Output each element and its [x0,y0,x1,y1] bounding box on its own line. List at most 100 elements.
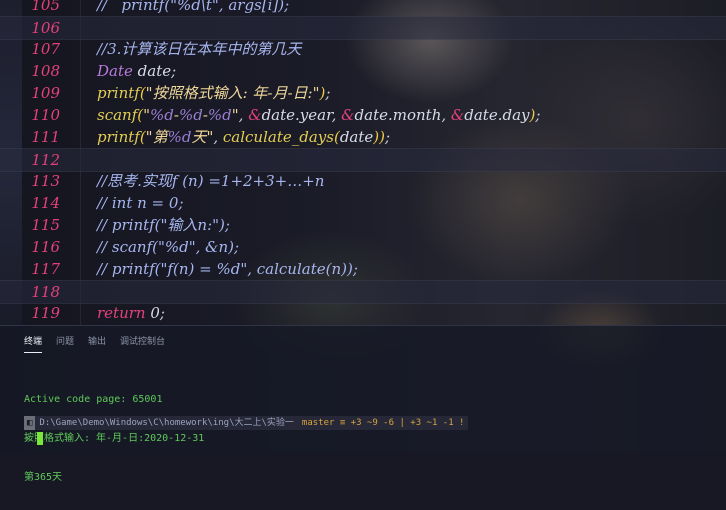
code-line[interactable]: 109 printf("按照格式输入: 年-月-日:"); [0,82,726,104]
git-status: master ≡ +3 ~9 -6 | +3 ~1 -1 ! [297,416,469,430]
tab-terminal[interactable]: 终端 [24,335,43,353]
code-text: return 0; [97,302,165,324]
code-line[interactable]: 110 scanf("%d-%d-%d", &date.year, &date.m… [0,104,726,126]
code-token: " [143,106,151,124]
terminal-input-line[interactable]: › [24,432,43,445]
code-text: printf("按照格式输入: 年-月-日:"); [97,82,330,104]
terminal-line: 按照格式输入: 年-月-日:2020-12-31 [24,433,205,444]
code-token: date.day [464,106,530,124]
code-line[interactable]: 106 [0,16,726,40]
code-token: & [341,106,355,124]
code-token: //思考.实现f (n) =1+2+3+…+n [97,172,325,190]
line-number: 105 [31,0,60,14]
code-line[interactable]: 115 // printf("输入n:"); [0,214,726,236]
code-line[interactable]: 116 // scanf("%d", &n); [0,236,726,258]
code-token: & [248,106,262,124]
code-text: // int n = 0; [97,192,184,214]
code-token: %d [150,106,174,124]
code-editor[interactable]: 105 // printf("%d\t", args[i]); 106 107 //3.… [0,0,726,325]
code-token: //3.计算该日在本年中的第几天 [97,40,302,58]
code-text: // printf("f(n) = %d", calculate(n)); [97,258,358,280]
code-token: " [231,106,239,124]
code-line[interactable]: 113 //思考.实现f (n) =1+2+3+…+n [0,170,726,192]
code-line[interactable]: 118 [0,280,726,304]
terminal-line: 第365天 [24,472,63,483]
prompt-path: D:\Game\Demo\Windows\C\homework\ing\大二上\… [35,416,298,430]
line-number: 115 [31,216,60,234]
code-token: , [213,128,223,146]
code-line[interactable]: 105 // printf("%d\t", args[i]); [0,0,726,16]
code-token: // scanf("%d", &n); [97,238,240,256]
terminal-panel: 终端 问题 输出 调试控制台 Active code page: 65001 按… [0,325,726,483]
line-number: 118 [31,283,60,301]
code-token: date.year [261,106,332,124]
code-token: %d [207,106,232,124]
code-token: %d [167,128,192,146]
code-token: "第 [145,128,168,146]
code-token: %d [178,106,203,124]
code-line[interactable]: 107 //3.计算该日在本年中的第几天 [0,38,726,60]
shell-prompt: ◧ D:\Game\Demo\Windows\C\homework\ing\大二… [24,416,469,430]
line-number: 107 [31,40,60,58]
tab-debug-console[interactable]: 调试控制台 [120,335,165,353]
terminal-line: Active code page: 65001 [24,394,163,405]
code-token: // printf("f(n) = %d", calculate(n)); [97,260,358,278]
code-text: //思考.实现f (n) =1+2+3+…+n [97,170,324,192]
code-token: date.month [354,106,442,124]
line-number: 108 [31,62,60,80]
terminal-cursor [36,432,43,445]
terminal-output[interactable]: Active code page: 65001 按照格式输入: 年-月-日:20… [24,367,204,510]
code-text: scanf("%d-%d-%d", &date.year, &date.mont… [97,104,540,126]
code-text: // scanf("%d", &n); [97,236,239,258]
line-number: 109 [31,84,60,102]
code-line[interactable]: 108 Date date; [0,60,726,82]
windows-icon: ◧ [24,416,36,430]
code-token: // printf("输入n:"); [97,216,230,234]
code-token: & [450,106,465,124]
chevron-right-icon: › [24,432,31,445]
code-token: // printf("%d\t", args[i]); [97,0,290,14]
code-text: // printf("%d\t", args[i]); [97,0,289,16]
code-line[interactable]: 112 [0,148,726,172]
line-number: 112 [31,151,60,169]
code-text: Date date; [97,60,176,82]
code-line[interactable]: 114 // int n = 0; [0,192,726,214]
code-token: // int n = 0; [97,194,184,212]
code-token: ; [325,84,331,102]
code-token: ; [385,128,391,146]
line-number: 113 [31,172,60,190]
code-token: ; [171,62,177,80]
code-text: printf("第%d天", calculate_days(date)); [97,126,390,148]
code-text: //3.计算该日在本年中的第几天 [97,38,301,60]
code-token: 天" [191,128,214,146]
line-number: 116 [31,238,60,256]
code-token: date [339,128,374,146]
code-token: printf [97,128,140,146]
code-token: Date [97,62,133,80]
code-token: ; [535,106,541,124]
line-number: 110 [31,106,60,124]
code-token: printf [97,84,140,102]
code-token: calculate_days [222,128,334,146]
tab-output[interactable]: 输出 [88,335,106,353]
tab-problems[interactable]: 问题 [56,335,74,353]
code-token: "按照格式输入: 年-月-日:" [145,84,320,102]
code-token: 0 [145,304,160,322]
line-number: 111 [31,128,60,146]
line-number: 114 [31,194,60,212]
code-line[interactable]: 117 // printf("f(n) = %d", calculate(n)); [0,258,726,280]
code-token: )) [373,128,385,146]
line-number: 119 [31,304,60,322]
panel-tabs: 终端 问题 输出 调试控制台 [24,335,179,353]
line-number: 117 [31,260,60,278]
code-token: , [441,106,451,124]
code-token: , [238,106,249,124]
code-token: , [331,106,342,124]
code-line[interactable]: 111 printf("第%d天", calculate_days(date)); [0,126,726,148]
code-line[interactable]: 119 return 0; [0,302,726,324]
code-text: // printf("输入n:"); [97,214,230,236]
code-token: return [97,304,146,322]
code-token: ; [159,304,165,322]
line-number: 106 [31,19,60,37]
code-token: date [132,62,172,80]
